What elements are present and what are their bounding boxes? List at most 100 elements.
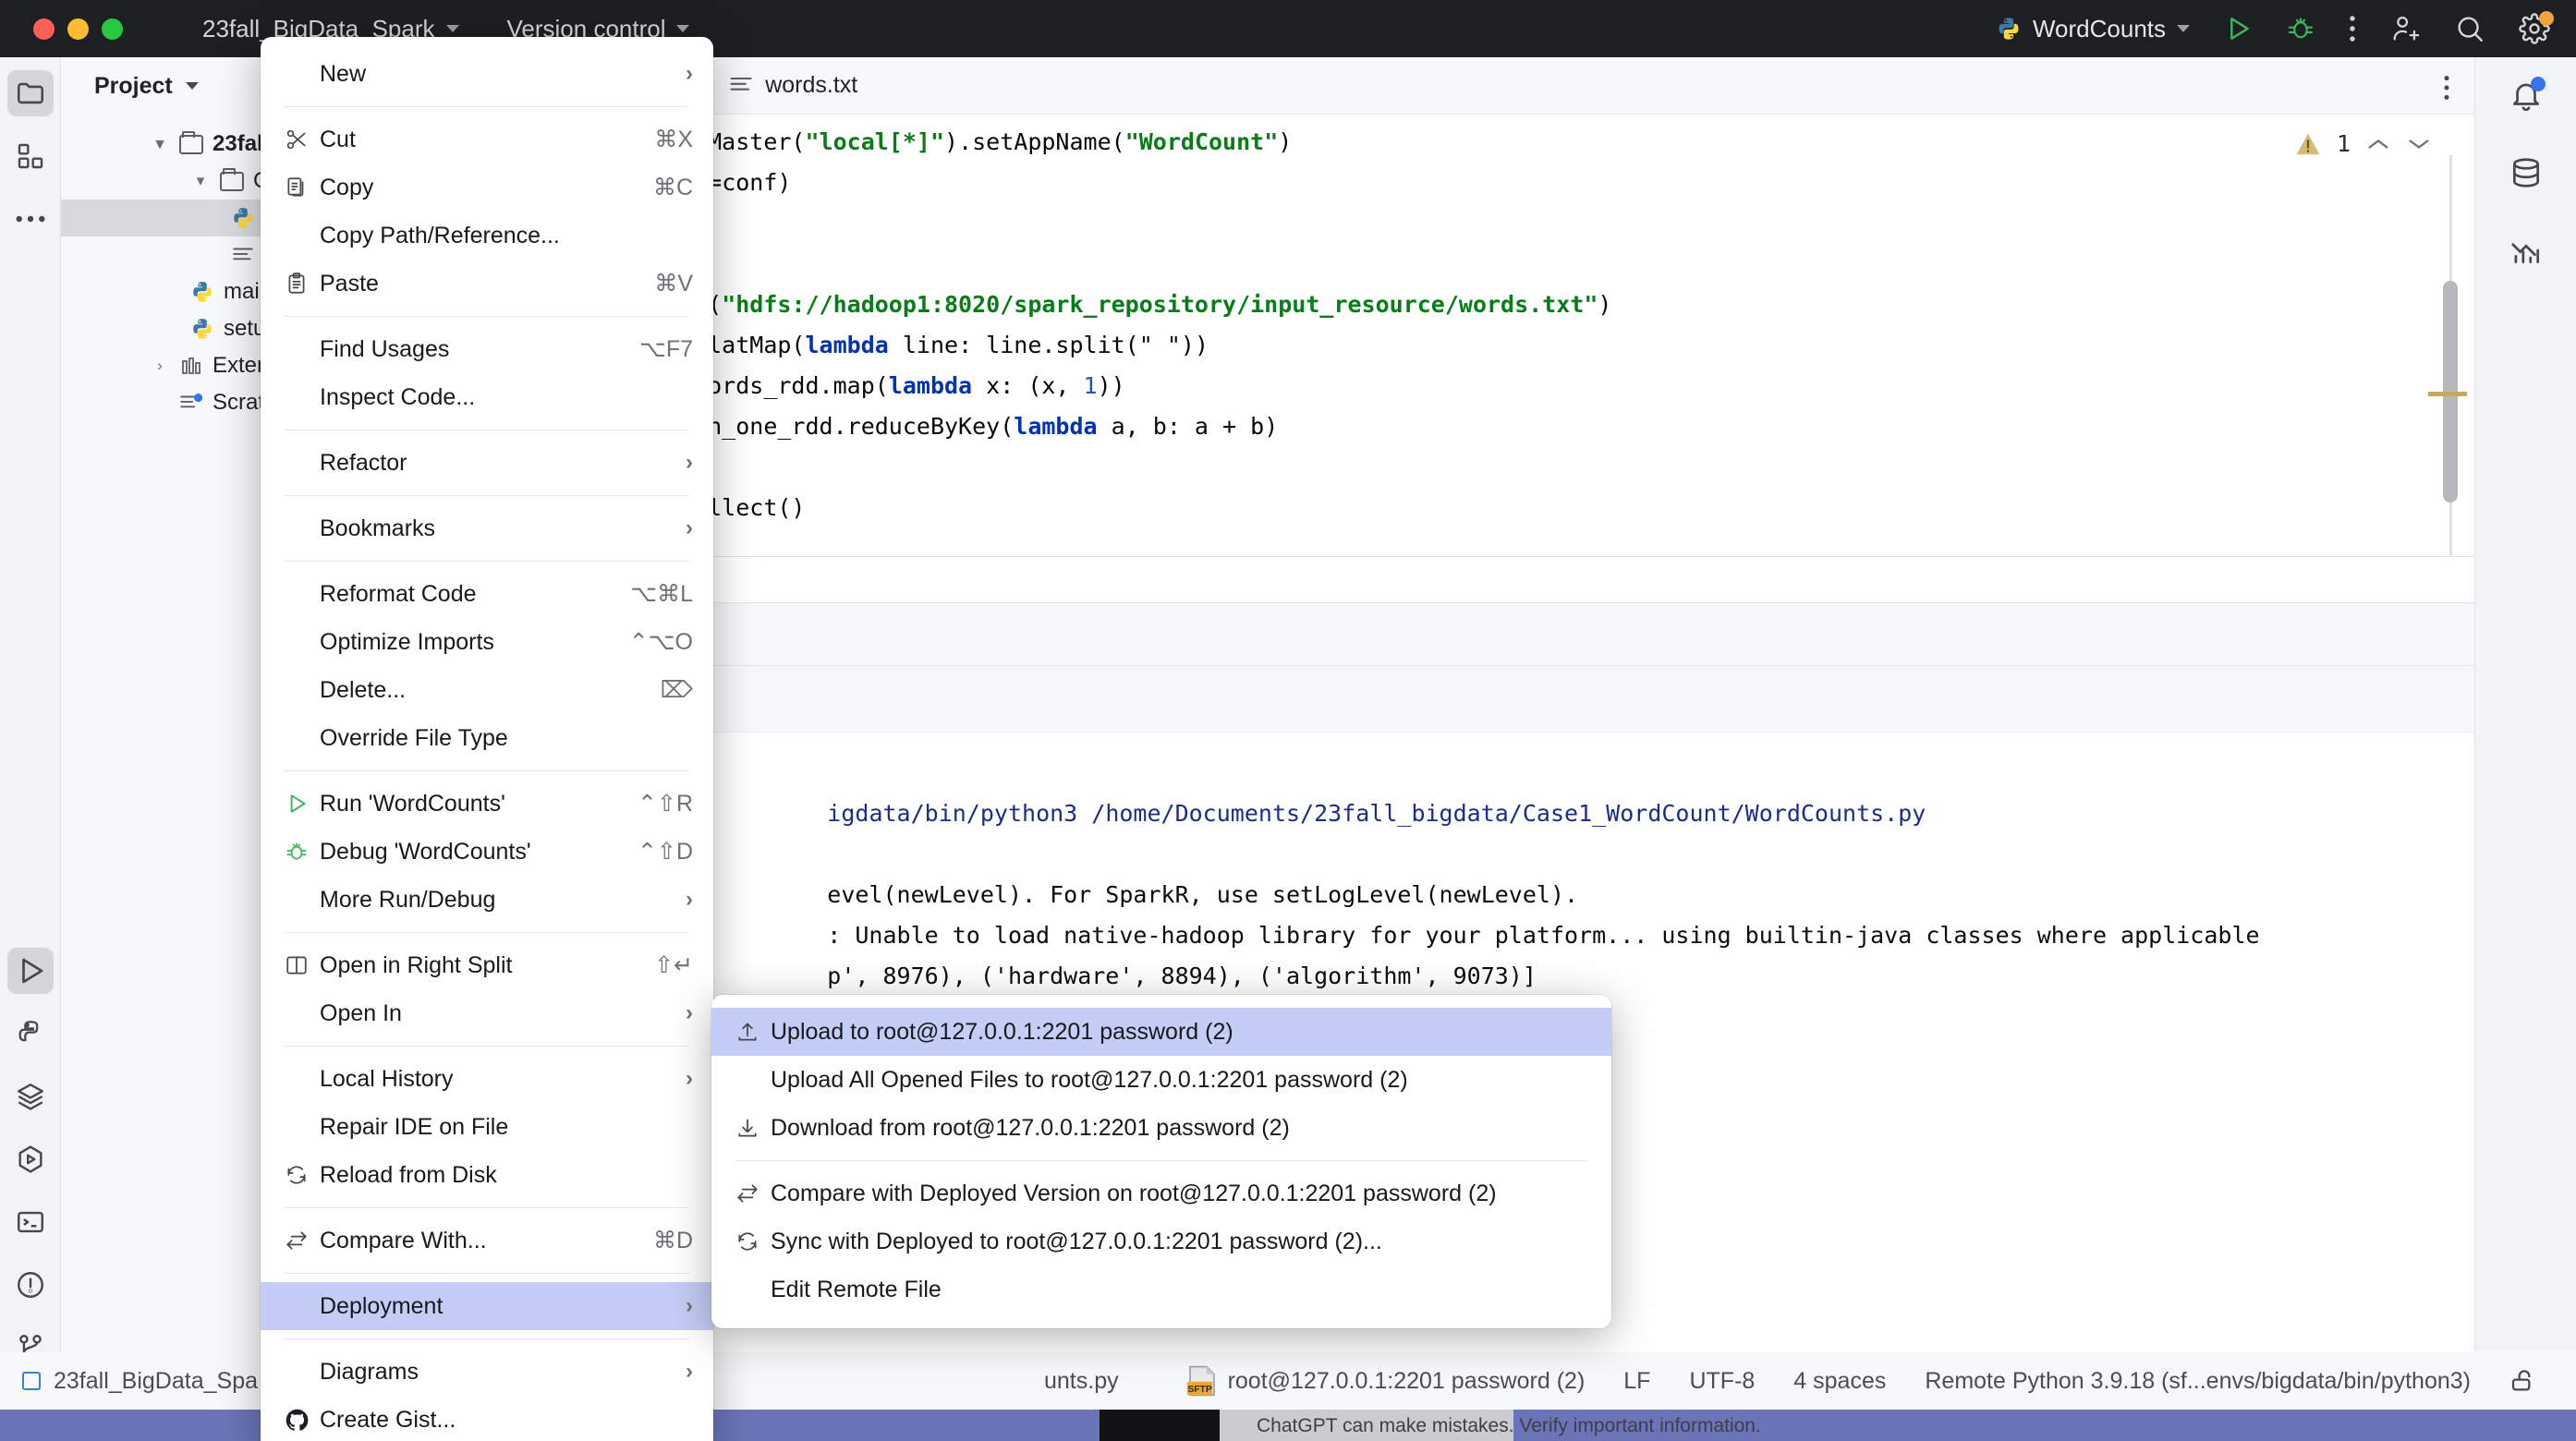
sidebar-item-python-packages[interactable] — [7, 1011, 54, 1057]
status-deployment-widget[interactable]: SFTP root@127.0.0.1:2201 password (2) — [1185, 1365, 1585, 1397]
maximize-window-button[interactable] — [102, 18, 123, 40]
editor-warning-marker[interactable] — [2428, 392, 2467, 396]
sidebar-item-layers[interactable] — [7, 1073, 54, 1120]
more-vertical-icon[interactable] — [2349, 14, 2356, 43]
run-icon[interactable] — [2223, 14, 2253, 43]
menu-item-open-in-right-split[interactable]: Open in Right Split ⇧↵ — [261, 941, 713, 989]
menu-separator — [285, 495, 689, 496]
chevron-up-icon[interactable] — [2365, 136, 2391, 152]
minimize-window-button[interactable] — [67, 18, 89, 40]
menu-item-more-run-debug[interactable]: More Run/Debug › — [261, 876, 713, 924]
menu-separator — [285, 1338, 689, 1339]
menu-item-compare-with[interactable]: Compare With... ⌘D — [261, 1217, 713, 1265]
run-configuration-label: WordCounts — [2032, 14, 2166, 42]
chevron-right-icon[interactable]: › — [150, 357, 170, 375]
chevron-right-icon: › — [686, 887, 693, 912]
menu-separator — [285, 932, 689, 933]
menu-item-debug-wordcounts[interactable]: Debug 'WordCounts' ⌃⇧D — [261, 828, 713, 876]
menu-item-inspect-code[interactable]: Inspect Code... — [261, 373, 713, 421]
more-vertical-icon[interactable] — [2443, 74, 2450, 102]
submenu-item-download[interactable]: Download from root@127.0.0.1:2201 passwo… — [711, 1104, 1611, 1152]
chevron-right-icon: › — [686, 515, 693, 540]
add-user-icon[interactable] — [2389, 13, 2421, 44]
download-icon — [735, 1116, 771, 1140]
chevron-down-icon[interactable]: ▾ — [150, 135, 170, 153]
chart-line-icon[interactable] — [2509, 233, 2544, 268]
status-interpreter[interactable]: Remote Python 3.9.18 (sf...envs/bigdata/… — [1925, 1368, 2471, 1395]
submenu-item-compare-deployed[interactable]: Compare with Deployed Version on root@12… — [711, 1169, 1611, 1217]
menu-item-bookmarks[interactable]: Bookmarks › — [261, 504, 713, 552]
sftp-icon: SFTP — [1185, 1365, 1219, 1397]
submenu-item-upload[interactable]: Upload to root@127.0.0.1:2201 password (… — [711, 1008, 1611, 1056]
compare-icon — [735, 1181, 771, 1205]
scissors-icon — [285, 127, 320, 151]
menu-item-open-in[interactable]: Open In › — [261, 989, 713, 1037]
status-bar-left[interactable]: 23fall_BigData_Spa — [0, 1368, 258, 1395]
menu-item-refactor[interactable]: Refactor › — [261, 439, 713, 487]
unlock-icon[interactable] — [2509, 1366, 2539, 1396]
menu-item-optimize-imports[interactable]: Optimize Imports ⌃⌥O — [261, 618, 713, 666]
menu-item-local-history[interactable]: Local History › — [261, 1055, 713, 1103]
menu-item-deployment[interactable]: Deployment › — [261, 1282, 713, 1330]
chevron-right-icon: › — [686, 61, 693, 86]
menu-item-label: Deployment — [320, 1292, 444, 1319]
database-icon[interactable] — [2509, 155, 2544, 190]
menu-item-label: Create Gist... — [320, 1406, 456, 1433]
menu-item-delete[interactable]: Delete... ⌦ — [261, 666, 713, 714]
sidebar-item-more[interactable] — [7, 196, 54, 242]
status-line-separator[interactable]: LF — [1623, 1368, 1650, 1395]
copy-icon — [285, 176, 320, 200]
status-indent[interactable]: 4 spaces — [1793, 1368, 1886, 1395]
submenu-item-sync-deployed[interactable]: Sync with Deployed to root@127.0.0.1:220… — [711, 1217, 1611, 1265]
close-window-button[interactable] — [33, 18, 55, 40]
menu-item-label: Compare With... — [320, 1227, 487, 1253]
menu-item-new[interactable]: New › — [261, 50, 713, 98]
left-tool-rail — [0, 57, 61, 1387]
menu-item-label: Cut — [320, 126, 356, 152]
menu-item-diagrams[interactable]: Diagrams › — [261, 1348, 713, 1396]
status-encoding[interactable]: UTF-8 — [1689, 1368, 1755, 1395]
menu-item-paste[interactable]: Paste ⌘V — [261, 260, 713, 308]
menu-item-run-wordcounts[interactable]: Run 'WordCounts' ⌃⇧R — [261, 780, 713, 828]
menu-item-cut[interactable]: Cut ⌘X — [261, 115, 713, 163]
menu-item-override-file-type[interactable]: Override File Type — [261, 714, 713, 762]
chevron-right-icon: › — [686, 1000, 693, 1025]
menu-item-find-usages[interactable]: Find Usages ⌥F7 — [261, 325, 713, 373]
reload-icon — [285, 1163, 320, 1187]
ide-window: 23fall_BigData_Spark Version control Wor… — [0, 0, 2576, 1441]
menu-item-copy[interactable]: Copy ⌘C — [261, 163, 713, 212]
menu-item-create-gist[interactable]: Create Gist... — [261, 1396, 713, 1441]
menu-item-label: Diagrams — [320, 1358, 419, 1385]
inspection-widget[interactable]: 1 — [2294, 124, 2432, 164]
sidebar-item-terminal[interactable] — [7, 1199, 54, 1245]
chevron-down-icon[interactable]: ▾ — [190, 172, 211, 190]
menu-separator — [285, 1207, 689, 1208]
editor-tab-words[interactable]: words.txt — [708, 56, 878, 114]
folder-icon — [220, 167, 244, 191]
menu-item-shortcut: ⌃⌥O — [628, 629, 693, 655]
debug-icon[interactable] — [2286, 14, 2315, 43]
search-icon[interactable] — [2454, 13, 2485, 44]
submenu-item-edit-remote-file[interactable]: Edit Remote File — [711, 1265, 1611, 1314]
bell-icon[interactable] — [2509, 77, 2546, 113]
sidebar-item-run[interactable] — [6, 948, 54, 994]
sidebar-item-problems[interactable] — [7, 1262, 54, 1308]
menu-item-label: Reload from Disk — [320, 1161, 497, 1188]
status-project-label: 23fall_BigData_Spa — [54, 1367, 258, 1394]
menu-item-reload-from-disk[interactable]: Reload from Disk — [261, 1151, 713, 1199]
submenu-item-upload-all[interactable]: Upload All Opened Files to root@127.0.0.… — [711, 1056, 1611, 1104]
menu-item-copy-path[interactable]: Copy Path/Reference... — [261, 212, 713, 260]
menu-item-repair-ide-on-file[interactable]: Repair IDE on File — [261, 1103, 713, 1151]
submenu-separator — [735, 1160, 1587, 1161]
chevron-down-icon[interactable] — [2406, 136, 2432, 152]
python-file-icon — [190, 317, 214, 341]
gear-icon[interactable] — [2519, 11, 2554, 44]
chevron-down-icon — [445, 25, 459, 32]
menu-item-reformat-code[interactable]: Reformat Code ⌥⌘L — [261, 570, 713, 618]
window-controls[interactable] — [33, 18, 123, 40]
sidebar-item-project[interactable] — [6, 70, 54, 116]
run-configuration-selector[interactable]: WordCounts — [1996, 15, 2190, 43]
sidebar-item-services[interactable] — [7, 1136, 54, 1182]
sidebar-item-structure[interactable] — [7, 133, 54, 179]
menu-item-label: Paste — [320, 270, 379, 297]
